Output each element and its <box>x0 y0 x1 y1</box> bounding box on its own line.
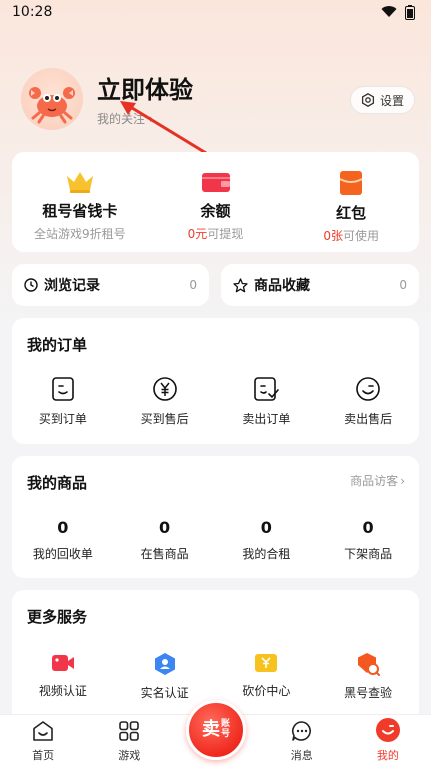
tab-games[interactable]: 游戏 <box>86 719 172 767</box>
home-icon <box>33 721 53 741</box>
service-video-verify[interactable]: 视频认证 <box>12 652 114 701</box>
video-icon <box>51 655 74 671</box>
settings-label: 设置 <box>379 93 404 108</box>
message-icon <box>291 721 311 741</box>
tab-label: 首页 <box>32 749 55 762</box>
browse-history-label: 浏览记录 <box>44 278 100 294</box>
service-blacklist-check[interactable]: 黑号查验 <box>317 652 419 701</box>
wallet-icon <box>201 173 230 192</box>
wallet-item-savings-card[interactable]: 租号省钱卡 全站游戏9折租号 <box>12 152 148 252</box>
tab-label: 消息 <box>290 749 313 762</box>
wallet-item-red-packet[interactable]: 红包 0张可使用 <box>283 152 419 252</box>
wallet-item-balance[interactable]: 余额 0元可提现 <box>148 152 284 252</box>
bought-order-icon <box>52 377 74 401</box>
browse-history-card[interactable]: 浏览记录 0 <box>12 264 209 306</box>
product-label: 我的合租 <box>242 547 291 561</box>
product-label: 下架商品 <box>344 547 393 561</box>
product-visitors-label: 商品访客 <box>350 474 399 488</box>
product-on-sale[interactable]: 0 在售商品 <box>114 518 216 562</box>
settings-icon <box>361 93 375 107</box>
order-label: 卖出订单 <box>242 412 291 426</box>
product-visitors-link[interactable]: 商品访客 › <box>350 472 405 489</box>
wallet-sub: 0张可使用 <box>323 229 379 243</box>
clock-icon <box>24 278 38 292</box>
chevron-right-icon: › <box>400 473 405 488</box>
service-label: 实名认证 <box>140 686 189 700</box>
wallet-sub: 全站游戏9折租号 <box>34 227 126 241</box>
crown-icon <box>66 172 93 193</box>
order-sold-aftersale[interactable]: 卖出售后 <box>317 376 419 427</box>
order-label: 卖出售后 <box>344 412 393 426</box>
sell-side-label: 号 <box>220 729 230 739</box>
products-title: 我的商品 <box>27 474 88 492</box>
service-label: 砍价中心 <box>242 684 291 698</box>
product-label: 在售商品 <box>140 547 189 561</box>
wallet-card: 租号省钱卡 全站游戏9折租号 余额 0元可提现 红包 0张可使用 <box>12 152 419 252</box>
grid-icon <box>119 721 140 741</box>
id-verify-icon <box>154 653 175 675</box>
tab-home[interactable]: 首页 <box>0 719 86 767</box>
wallet-sub: 0元可提现 <box>187 227 244 241</box>
product-label: 我的回收单 <box>32 547 93 561</box>
status-time: 10:28 <box>12 4 53 20</box>
sold-aftersale-icon <box>356 377 380 401</box>
service-bargain-center[interactable]: 砍价中心 <box>216 652 318 701</box>
wallet-title: 余额 <box>200 202 231 220</box>
blacklist-check-icon <box>358 653 381 676</box>
product-shared-rent[interactable]: 0 我的合租 <box>216 518 318 562</box>
tab-spacer <box>172 763 258 767</box>
product-count: 0 <box>57 518 69 537</box>
wifi-icon <box>381 6 397 18</box>
service-realname-verify[interactable]: 实名认证 <box>114 652 216 701</box>
wallet-title: 租号省钱卡 <box>42 202 118 220</box>
orders-title: 我的订单 <box>27 336 88 354</box>
status-bar: 10:28 <box>0 0 431 24</box>
product-count: 0 <box>260 518 272 537</box>
wallet-title: 红包 <box>336 204 367 222</box>
sell-account-button[interactable]: 卖 账 号 <box>186 700 246 760</box>
sell-main-label: 卖 <box>201 719 220 740</box>
browse-history-count: 0 <box>189 278 197 292</box>
sold-order-icon <box>254 377 280 401</box>
service-label: 黑号查验 <box>344 686 393 700</box>
service-label: 视频认证 <box>38 684 87 698</box>
product-count: 0 <box>159 518 171 537</box>
red-packet-icon <box>339 171 363 195</box>
order-label: 买到售后 <box>140 412 189 426</box>
services-title: 更多服务 <box>27 608 88 626</box>
yen-aftersale-icon <box>152 377 177 401</box>
favorites-card[interactable]: 商品收藏 0 <box>221 264 419 306</box>
tab-messages[interactable]: 消息 <box>259 719 345 767</box>
favorites-count: 0 <box>399 278 407 292</box>
red-packet-count: 0张 <box>323 229 343 243</box>
order-sold[interactable]: 卖出订单 <box>216 376 318 427</box>
products-card: 我的商品 商品访客 › 0 我的回收单 0 在售商品 0 我的合租 0 下架商品 <box>12 456 419 578</box>
profile-icon <box>375 718 400 742</box>
tab-label: 游戏 <box>118 749 141 762</box>
crab-avatar-icon <box>29 87 75 124</box>
order-label: 买到订单 <box>38 412 87 426</box>
product-recycle-orders[interactable]: 0 我的回收单 <box>12 518 114 562</box>
product-count: 0 <box>362 518 374 537</box>
tab-label: 我的 <box>376 749 399 762</box>
balance-amount: 0元 <box>187 227 208 241</box>
settings-button[interactable]: 设置 <box>349 86 415 114</box>
orders-card: 我的订单 买到订单 买到售后 卖出订单 卖出售后 <box>12 318 419 444</box>
order-bought[interactable]: 买到订单 <box>12 376 114 427</box>
avatar[interactable] <box>21 68 83 130</box>
tab-profile[interactable]: 我的 <box>345 717 431 767</box>
product-delisted[interactable]: 0 下架商品 <box>317 518 419 562</box>
order-bought-aftersale[interactable]: 买到售后 <box>114 376 216 427</box>
bargain-icon <box>255 654 278 672</box>
battery-icon <box>405 4 415 20</box>
favorites-label: 商品收藏 <box>254 278 310 294</box>
star-icon <box>233 277 248 292</box>
